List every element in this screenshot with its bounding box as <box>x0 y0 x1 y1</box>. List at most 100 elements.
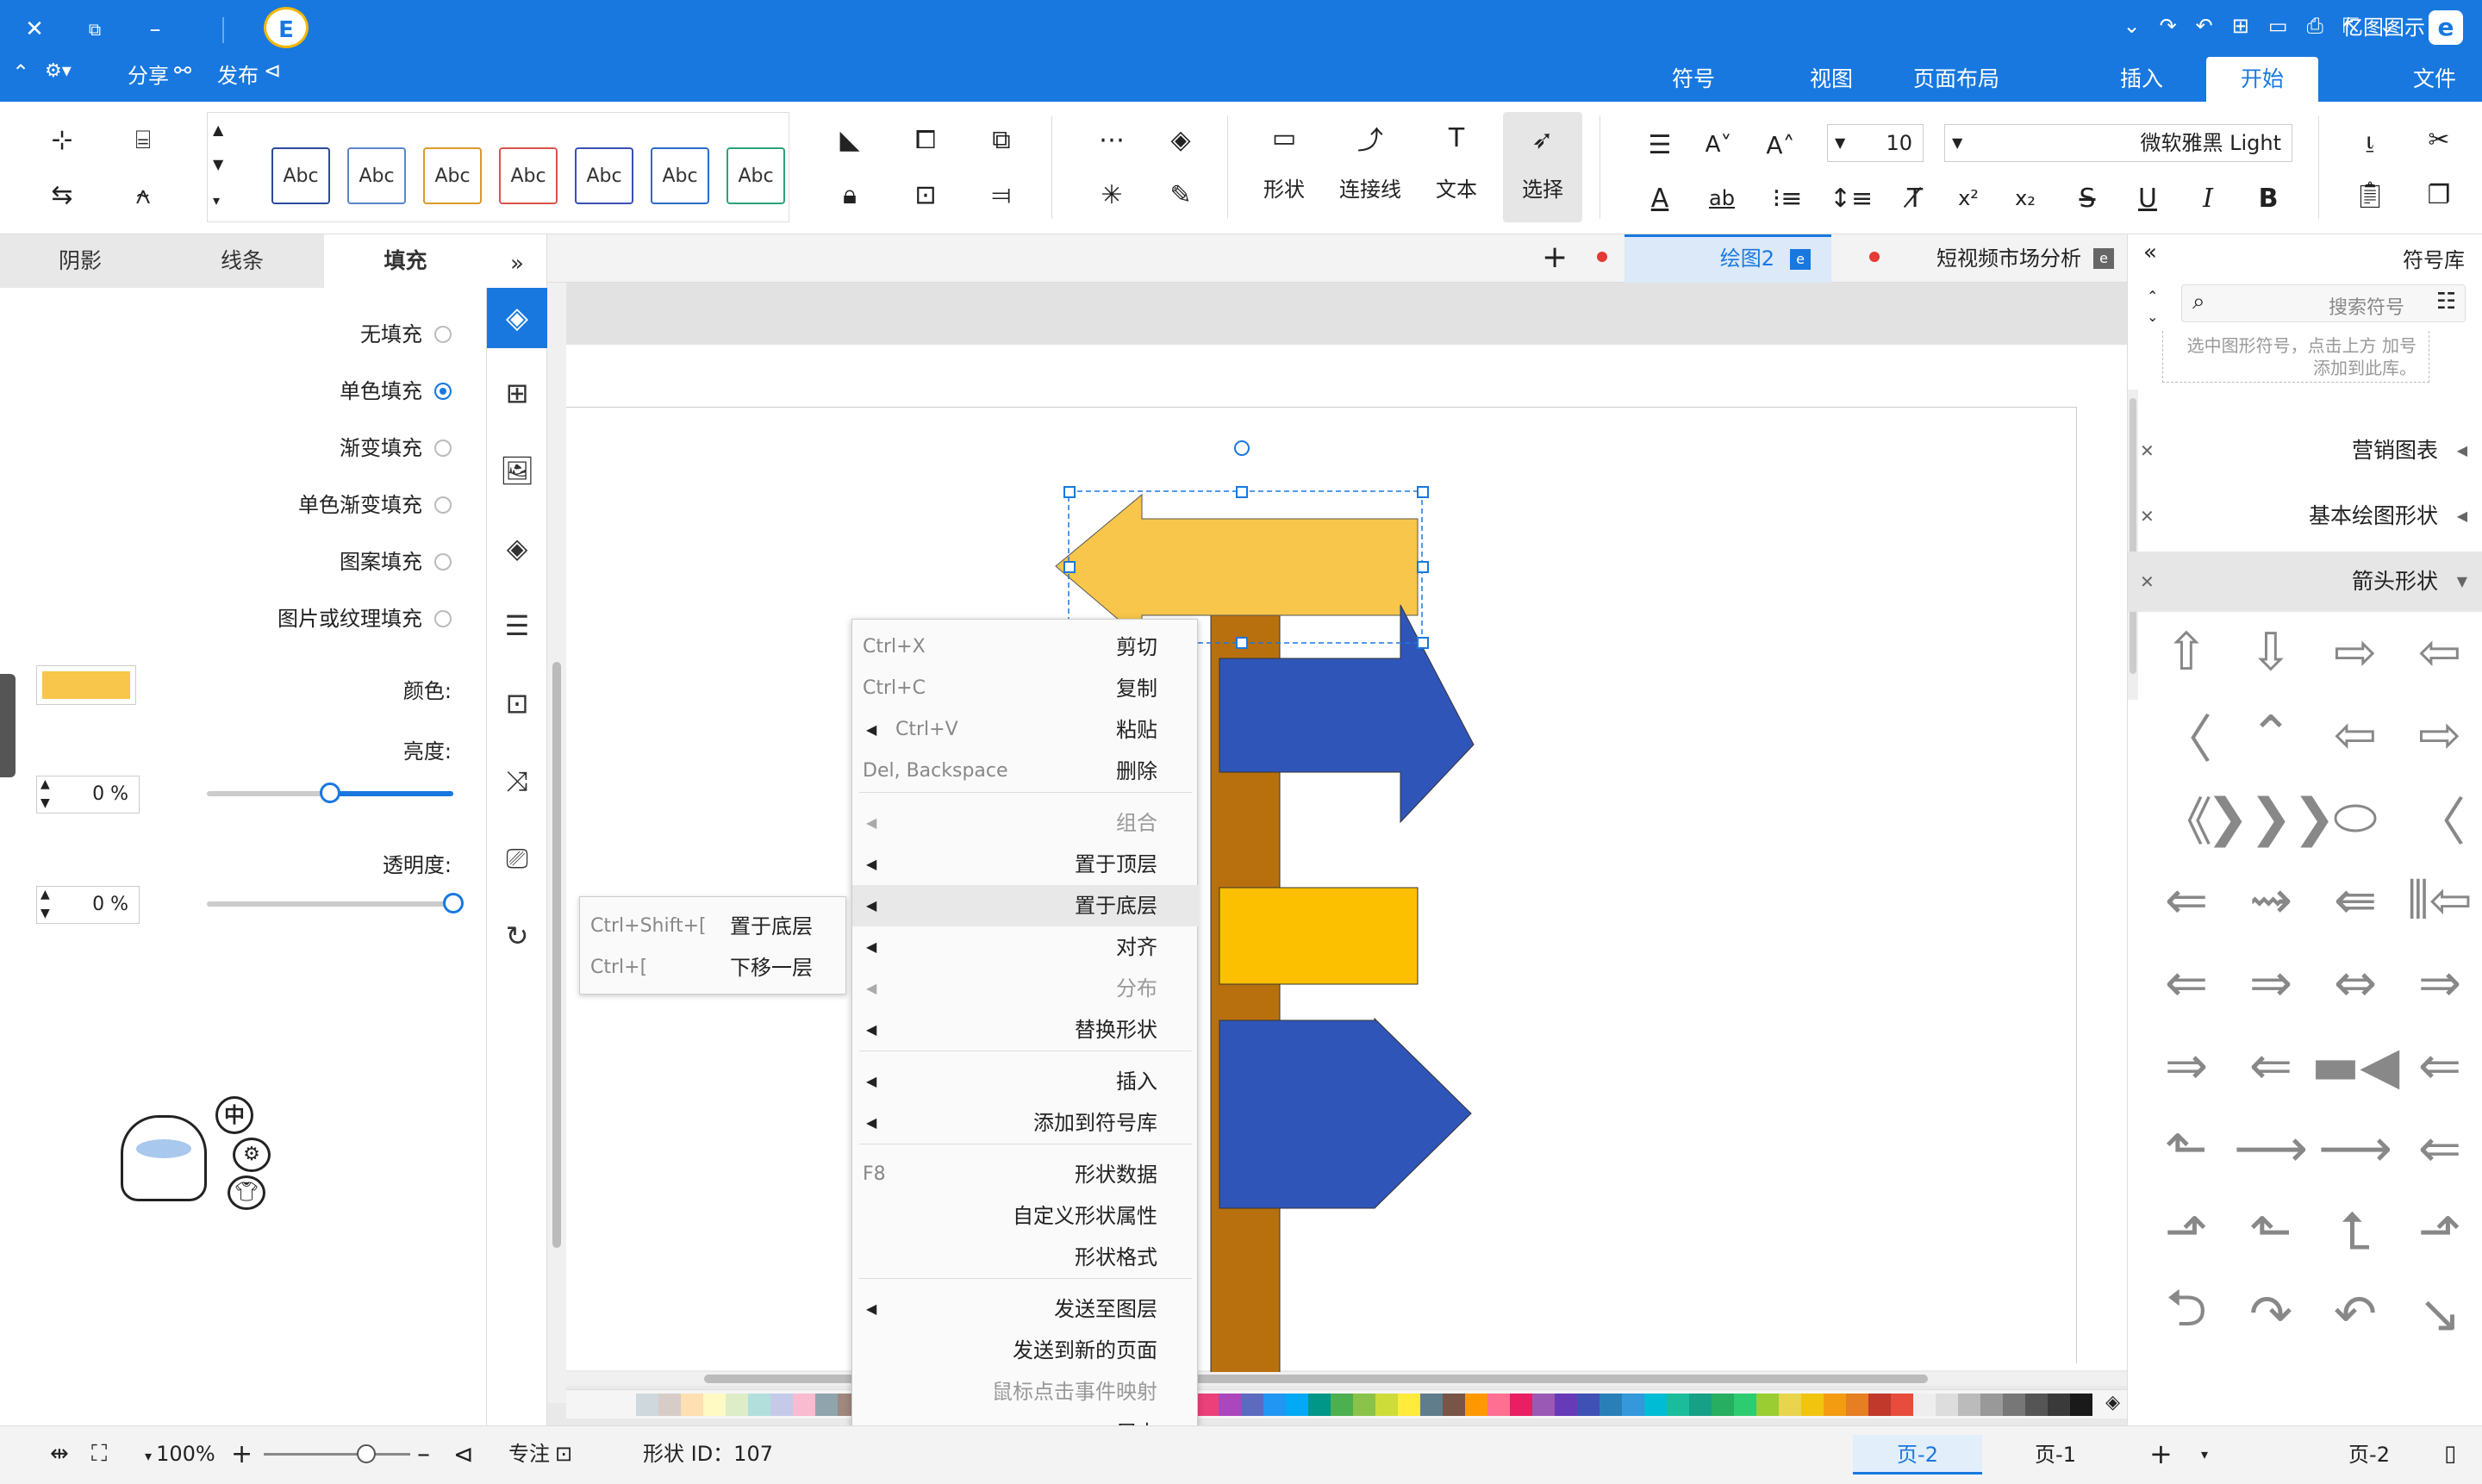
close-category-icon[interactable]: ✕ <box>2140 421 2155 481</box>
close-category-icon[interactable]: ✕ <box>2140 486 2155 546</box>
close-category-icon[interactable]: ✕ <box>2140 552 2155 612</box>
u-turn-arrow-shape-icon[interactable]: ⬑ <box>2232 1193 2310 1270</box>
menu-item[interactable]: 自定义形状属性 <box>852 1195 1199 1237</box>
palette-swatch[interactable] <box>2025 1394 2048 1416</box>
font-size-field[interactable]: 10 ▼ <box>1827 124 1924 162</box>
current-page-selector[interactable]: 页-2 <box>2313 1435 2425 1475</box>
brightness-slider[interactable] <box>207 783 453 803</box>
right-arrow-shape-icon[interactable]: ⇒ <box>2401 945 2479 1022</box>
undo-icon[interactable]: ↶ <box>2196 14 2213 38</box>
print-icon[interactable]: ⎙ <box>2307 14 2323 38</box>
thin-arrow-shape-icon[interactable]: ⟶ <box>2232 1110 2310 1188</box>
cut-icon[interactable]: ✂ <box>2420 121 2458 159</box>
palette-swatch[interactable] <box>1219 1394 1241 1416</box>
tab-fill[interactable]: 填充 <box>324 234 487 288</box>
page-panel-icon[interactable]: ▯ <box>2444 1426 2456 1482</box>
palette-swatch[interactable] <box>2003 1394 2025 1416</box>
striped-arrow-shape-icon[interactable]: ⫴⇦ <box>2401 862 2479 939</box>
style-swatch[interactable]: Abc <box>271 147 330 204</box>
palette-swatch[interactable] <box>636 1394 658 1416</box>
color-swatch[interactable] <box>36 665 136 705</box>
palette-swatch[interactable] <box>2048 1394 2070 1416</box>
publish-button[interactable]: 发布 ⊲ <box>217 59 281 89</box>
style-swatch[interactable]: Abc <box>499 147 558 204</box>
paragraph-align-icon[interactable]: ☰ <box>1641 126 1679 164</box>
sign-gold-rectangle[interactable] <box>1219 887 1419 985</box>
page-tab-active[interactable]: 页-2 <box>1853 1435 1982 1475</box>
palette-swatch[interactable] <box>681 1394 703 1416</box>
connector-icon[interactable]: ⤴ <box>1351 119 1389 157</box>
palette-swatch[interactable] <box>1734 1394 1756 1416</box>
play-icon[interactable]: ⊲ <box>453 1426 473 1482</box>
palette-swatch[interactable] <box>1712 1394 1734 1416</box>
palette-swatch[interactable] <box>1263 1394 1286 1416</box>
loop-arrow-shape-icon[interactable]: ⮌ <box>2148 1275 2225 1353</box>
submenu-item[interactable]: 置于底层 Ctrl+Shift+[ <box>580 906 847 947</box>
zoom-in-icon[interactable]: + <box>231 1426 253 1482</box>
turn-arrow-shape-icon[interactable]: ⬑ <box>2148 1110 2225 1188</box>
gallery-expand-icon[interactable]: ▾ <box>213 192 220 209</box>
palette-swatch[interactable] <box>770 1394 793 1416</box>
palette-swatch[interactable] <box>1353 1394 1375 1416</box>
chevron-triple-shape-icon[interactable]: ❯❯❯ <box>2206 779 2336 857</box>
arrow-left-long-shape-icon[interactable]: ⇐ <box>2232 1027 2310 1105</box>
double-arrow-shape-icon[interactable]: ⇚ <box>2317 862 2394 939</box>
palette-swatch[interactable] <box>1644 1394 1667 1416</box>
menu-item[interactable]: 删除 Del, Backspace <box>852 751 1199 792</box>
fill-option[interactable]: 图片或纹理填充 <box>278 605 452 633</box>
resize-handle[interactable] <box>1417 561 1429 573</box>
underline-icon[interactable]: U <box>2129 179 2167 217</box>
menu-tab[interactable]: 符号 <box>1655 57 1732 102</box>
menu-item[interactable]: 置于顶层 ◀ <box>852 844 1199 885</box>
collapse-panel-icon[interactable]: » <box>496 243 538 284</box>
fit-width-icon[interactable]: ⇹ <box>50 1426 69 1482</box>
clear-format-icon[interactable]: T̸ <box>1896 179 1934 217</box>
menu-item[interactable]: 粘贴 Ctrl+V ◀ <box>852 709 1199 751</box>
fill-color-icon[interactable]: ◈ <box>1162 121 1200 159</box>
menu-item[interactable]: 置于底层 ◀ <box>852 885 1199 926</box>
menu-item[interactable]: 发送至图层 ◀ <box>852 1288 1199 1330</box>
palette-swatch[interactable] <box>1801 1394 1824 1416</box>
dotted-arrow-shape-icon[interactable]: ▬◀ <box>2311 1027 2400 1105</box>
menu-item[interactable]: 插入 ◀ <box>852 1061 1199 1102</box>
palette-swatch[interactable] <box>748 1394 770 1416</box>
share-button[interactable]: 分享 ⚯ <box>128 59 191 89</box>
left-arrow-shape-icon[interactable]: ⇐ <box>2148 862 2225 939</box>
double-chevron-shape-icon[interactable]: 《 <box>2148 779 2225 857</box>
font-color-icon[interactable]: A <box>1641 179 1679 217</box>
select-tool[interactable]: ➶ 选择 <box>1503 112 1582 222</box>
library-scroll-arrows-icon[interactable]: ⌃ ⌄ <box>2147 286 2158 327</box>
palette-swatch[interactable] <box>1465 1394 1487 1416</box>
style-swatch[interactable]: Abc <box>347 147 406 204</box>
style-swatch[interactable]: Abc <box>423 147 482 204</box>
history-icon[interactable]: ↻ <box>496 915 538 957</box>
palette-swatch[interactable] <box>1936 1394 1958 1416</box>
ime-mascot[interactable]: 中 ⚙ 👕︎ <box>121 1096 276 1210</box>
shuffle-icon[interactable]: ⤨ <box>496 760 538 801</box>
format-painter-icon[interactable]: ⍲ <box>124 176 162 214</box>
font-name-field[interactable]: 微软雅黑 Light ▼ <box>1944 124 2292 162</box>
resize-handle[interactable] <box>1236 637 1248 649</box>
radio-button[interactable] <box>434 326 452 343</box>
shape-tool-label[interactable]: 形状 <box>1262 172 1306 203</box>
palette-swatch[interactable] <box>1443 1394 1465 1416</box>
add-page-icon[interactable]: + <box>2149 1426 2173 1482</box>
transparency-slider[interactable] <box>207 893 464 913</box>
library-category[interactable]: ✕ 基本绘图形状 ◀ <box>2128 486 2482 546</box>
restore-icon[interactable]: ⧉ <box>78 12 112 47</box>
increase-font-icon[interactable]: A˄ <box>1762 126 1799 164</box>
redo-icon[interactable]: ↷ <box>2160 14 2177 38</box>
shape-icon[interactable]: ▭ <box>1265 119 1303 157</box>
arrow-up-shape-icon[interactable]: ⇧ <box>2148 614 2225 691</box>
connector-tool-label[interactable]: 连接线 <box>1336 172 1405 203</box>
palette-swatch[interactable] <box>1980 1394 2003 1416</box>
gallery-scroll-down-icon[interactable]: ▼ <box>213 156 223 172</box>
palette-swatch[interactable] <box>1577 1394 1600 1416</box>
arrow-down-shape-icon[interactable]: ⇩ <box>2232 614 2310 691</box>
diagonal-arrow-shape-icon[interactable]: ↘ <box>2401 1275 2479 1353</box>
new-icon[interactable]: ⊞ <box>2232 14 2249 38</box>
presentation-icon[interactable]: ⎚ <box>496 838 538 879</box>
radio-button[interactable] <box>434 440 452 457</box>
zoom-out-icon[interactable]: – <box>417 1426 430 1482</box>
transparency-stepper[interactable]: ▲ ▼ 0 % <box>36 886 140 924</box>
